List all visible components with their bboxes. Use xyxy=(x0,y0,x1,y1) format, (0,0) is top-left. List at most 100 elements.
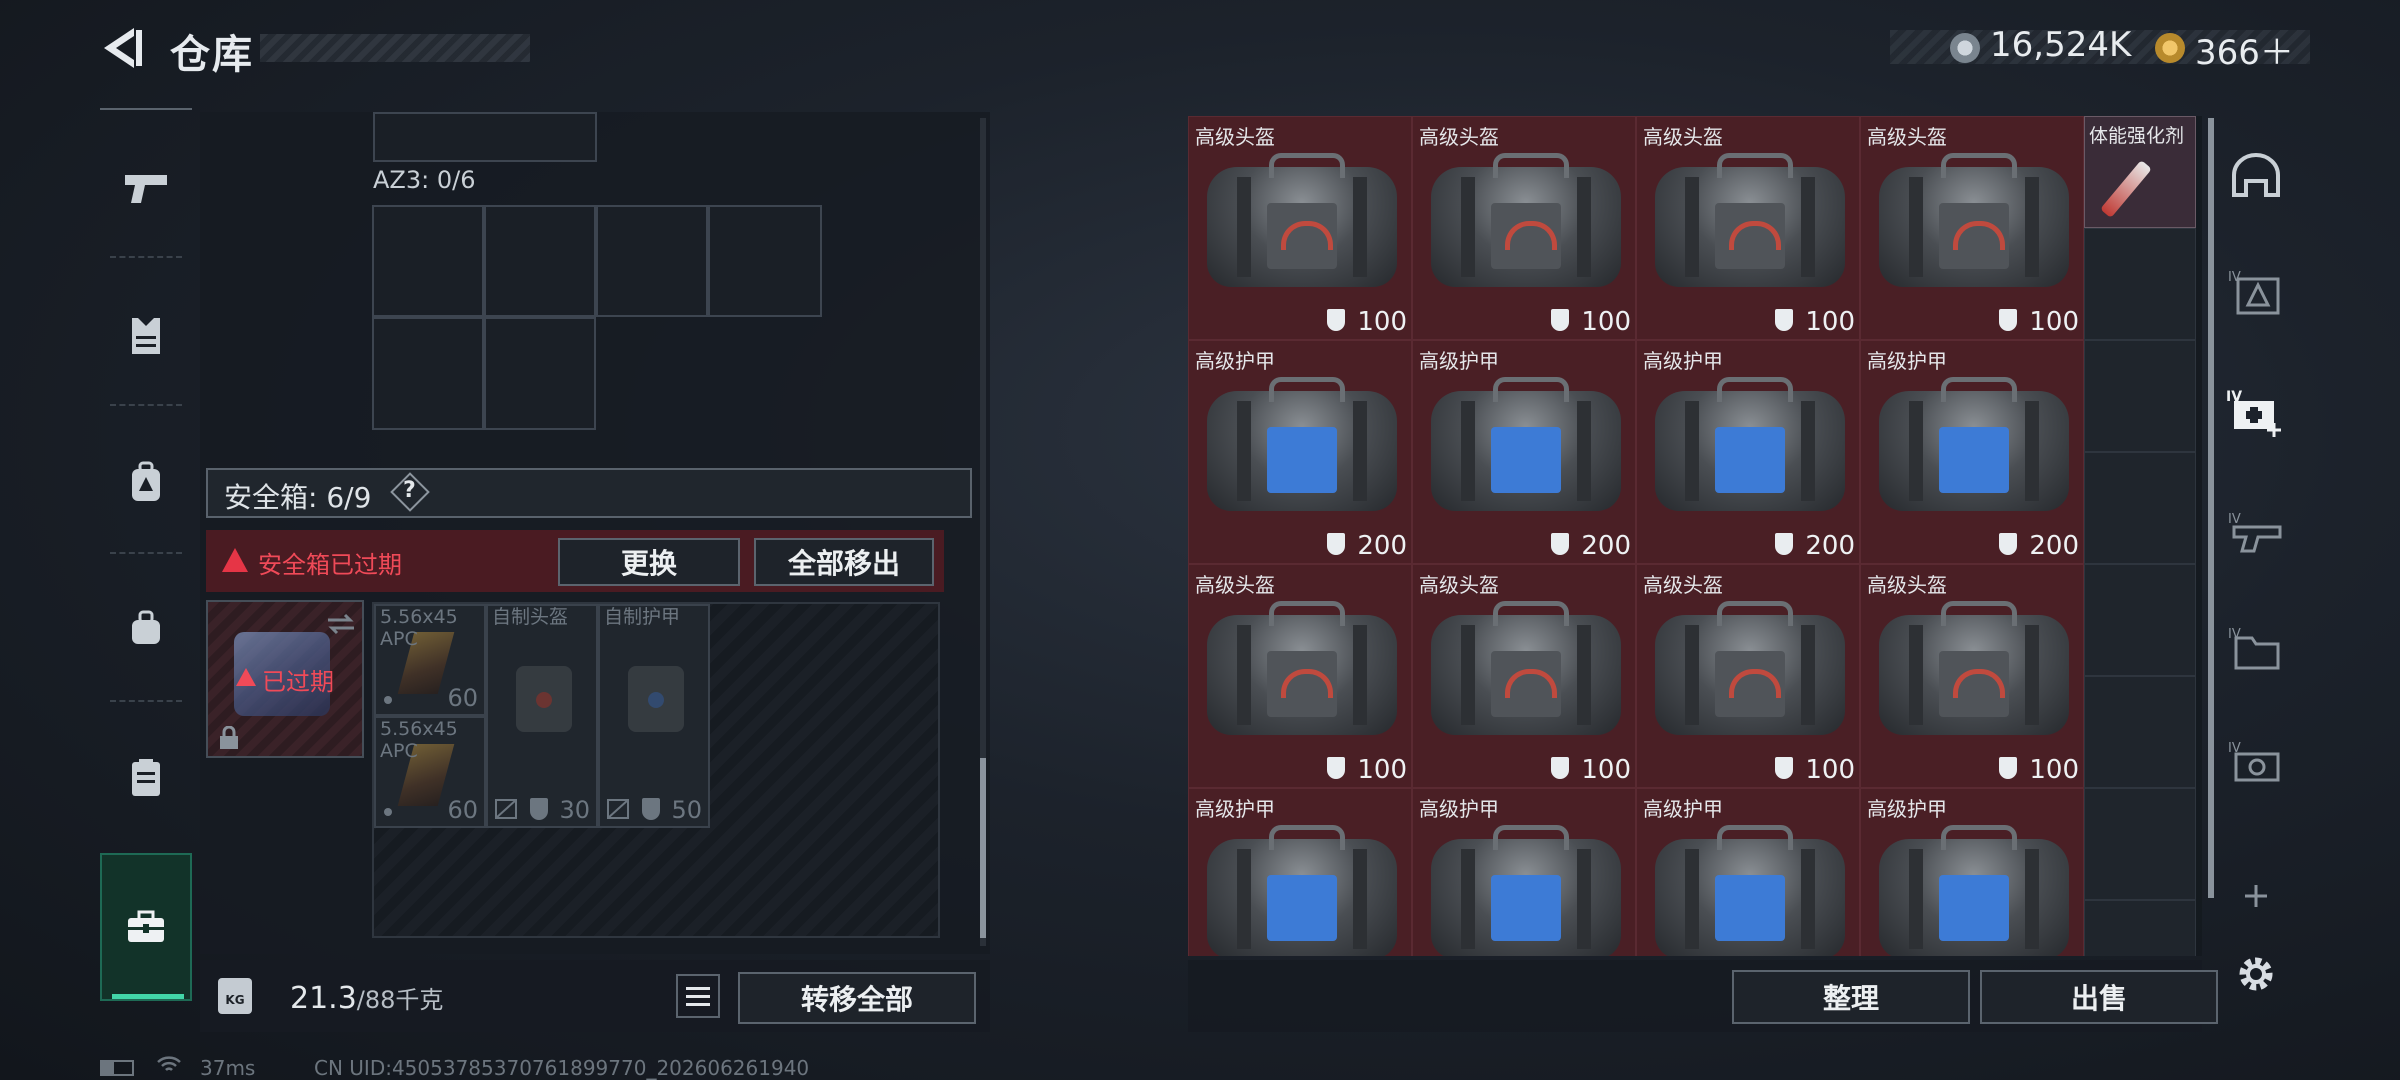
item-durability: 50 xyxy=(671,796,702,824)
svg-text:IV: IV xyxy=(2228,627,2241,642)
back-arrow-icon[interactable] xyxy=(100,24,144,72)
item-durability: 100 xyxy=(1805,307,1855,337)
inventory-item[interactable]: 高级护甲 200 xyxy=(1860,340,2084,564)
inventory-item[interactable]: 高级头盔 100 xyxy=(1188,564,1412,788)
empty-slot[interactable] xyxy=(2084,900,2196,956)
az3-slot[interactable] xyxy=(484,205,596,317)
container-slot-top[interactable] xyxy=(373,112,597,162)
storage-tabs: IV IV IV IV IV xyxy=(2218,112,2294,992)
safe-item-helmet[interactable]: 自制头盔 30 xyxy=(486,604,598,828)
warning-icon xyxy=(222,548,248,572)
inventory-item[interactable]: 高级头盔 100 xyxy=(1860,116,2084,340)
sort-button[interactable]: 整理 xyxy=(1732,970,1970,1024)
item-label: 高级头盔 xyxy=(1643,573,1723,597)
uid-text: CN UID:450537853707618997​70_20260626194… xyxy=(314,1056,810,1080)
left-scrollbar[interactable] xyxy=(980,118,986,946)
inventory-item[interactable]: 高级护甲 xyxy=(1412,788,1636,956)
settings-button[interactable] xyxy=(2218,924,2294,1024)
empty-slot[interactable] xyxy=(2084,564,2196,676)
stimulant-item[interactable]: 体能强化剂 xyxy=(2084,116,2196,228)
transfer-all-button[interactable]: 转移全部 xyxy=(738,972,976,1024)
inventory-item[interactable]: 高级护甲 xyxy=(1860,788,2084,956)
nav-backpack[interactable] xyxy=(100,432,192,532)
nav-armor[interactable] xyxy=(100,286,192,386)
weight-max: /88千克 xyxy=(356,986,444,1014)
item-label: 高级护甲 xyxy=(1867,797,1947,821)
item-durability: 200 xyxy=(1805,531,1855,561)
inventory-item[interactable]: 高级头盔 100 xyxy=(1412,564,1636,788)
shield-icon xyxy=(642,798,660,820)
shield-icon xyxy=(1551,757,1569,779)
item-bag-image xyxy=(1207,825,1397,956)
inventory-item[interactable]: 高级护甲 xyxy=(1636,788,1860,956)
shield-icon xyxy=(1551,309,1569,331)
armor-vest-icon xyxy=(132,318,160,354)
list-view-button[interactable] xyxy=(676,974,720,1018)
sell-button[interactable]: 出售 xyxy=(1980,970,2218,1024)
inventory-item[interactable]: 高级护甲 xyxy=(1188,788,1412,956)
silver-coin-icon xyxy=(1950,33,1980,63)
inventory-item[interactable]: 高级护甲 200 xyxy=(1188,340,1412,564)
shield-icon xyxy=(1327,533,1345,555)
az3-slot[interactable] xyxy=(596,205,708,317)
empty-slot[interactable] xyxy=(2084,676,2196,788)
inventory-item[interactable]: 高级护甲 200 xyxy=(1636,340,1860,564)
no-repair-icon xyxy=(495,799,517,819)
az3-slot[interactable] xyxy=(484,317,596,430)
help-question-mark: ? xyxy=(403,478,416,503)
shield-icon xyxy=(1775,309,1793,331)
currency-silver-amount: 16,524K xyxy=(1990,25,2132,65)
inventory-item[interactable]: 高级头盔 100 xyxy=(1636,564,1860,788)
inventory-item[interactable]: 高级护甲 200 xyxy=(1412,340,1636,564)
shield-icon xyxy=(1999,309,2017,331)
item-durability: 200 xyxy=(1581,531,1631,561)
az3-capacity-label: AZ3: 0/6 xyxy=(373,166,476,194)
weight-current: 21.3 xyxy=(290,981,357,1016)
carry-weight: 21.3/88千克 xyxy=(290,980,443,1016)
inventory-item[interactable]: 高级头盔 100 xyxy=(1188,116,1412,340)
shield-icon xyxy=(1775,533,1793,555)
nav-pouch[interactable] xyxy=(100,578,192,678)
shield-icon xyxy=(1327,757,1345,779)
tab-armor-iv[interactable]: IV xyxy=(2218,242,2294,342)
inventory-item[interactable]: 高级头盔 100 xyxy=(1412,116,1636,340)
safe-item-ammo[interactable]: 5.56x45 APC 60 xyxy=(374,604,486,716)
move-all-out-button[interactable]: 全部移出 xyxy=(754,538,934,586)
az3-slot[interactable] xyxy=(372,317,484,430)
weight-icon: KG xyxy=(218,978,252,1014)
empty-slot[interactable] xyxy=(2084,340,2196,452)
tab-weapon-iv[interactable]: IV xyxy=(2218,482,2294,582)
tab-case-iv[interactable]: IV xyxy=(2218,712,2294,812)
tab-helmet[interactable] xyxy=(2218,126,2294,226)
toolbox-icon xyxy=(128,910,164,942)
nav-rig[interactable] xyxy=(100,728,192,828)
safe-item-armor[interactable]: 自制护甲 50 xyxy=(598,604,710,828)
empty-slot[interactable] xyxy=(2084,452,2196,564)
replace-button[interactable]: 更换 xyxy=(558,538,740,586)
item-bag-image xyxy=(1879,377,2069,511)
helmet-slot-icon xyxy=(2232,153,2280,197)
category-sidebar xyxy=(100,108,195,1008)
nav-weapons[interactable] xyxy=(100,138,192,238)
az3-slot[interactable] xyxy=(708,205,822,317)
swap-icon[interactable] xyxy=(326,612,356,636)
safe-item-ammo[interactable]: 5.56x45 APC 60 xyxy=(374,716,486,828)
nav-secure-case[interactable] xyxy=(100,853,192,1001)
az3-slot[interactable] xyxy=(372,205,484,317)
backpack-icon xyxy=(132,461,160,501)
item-label: 高级护甲 xyxy=(1643,349,1723,373)
item-label: 高级头盔 xyxy=(1419,125,1499,149)
inventory-item[interactable]: 高级头盔 100 xyxy=(1860,564,2084,788)
empty-slot[interactable] xyxy=(2084,228,2196,340)
empty-slot[interactable] xyxy=(2084,788,2196,900)
tab-medkit-iv[interactable]: IV xyxy=(2218,362,2294,462)
tab-folder-iv[interactable]: IV xyxy=(2218,598,2294,698)
currency-gold-amount[interactable]: 366＋ xyxy=(2195,25,2294,74)
item-bag-image xyxy=(1655,377,1845,511)
storage-scrollbar[interactable] xyxy=(2208,118,2214,898)
safe-box-capacity: 安全箱: 6/9 xyxy=(224,481,372,514)
lock-icon xyxy=(220,726,238,749)
item-label: 高级护甲 xyxy=(1419,349,1499,373)
inventory-item[interactable]: 高级头盔 100 xyxy=(1636,116,1860,340)
shield-icon xyxy=(1551,533,1569,555)
